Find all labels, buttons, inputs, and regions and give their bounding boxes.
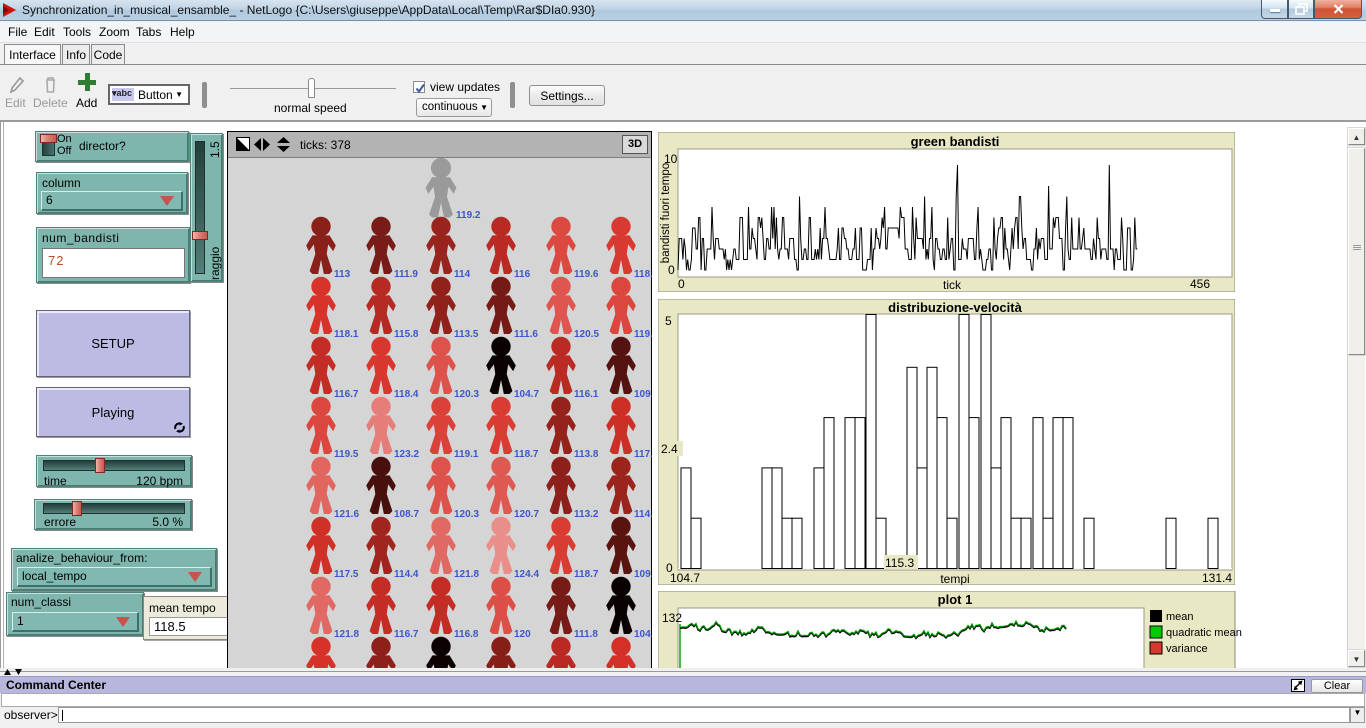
- svg-text:green bandisti: green bandisti: [911, 134, 1000, 149]
- svg-text:131.4: 131.4: [1202, 571, 1232, 585]
- svg-text:tick: tick: [943, 278, 962, 292]
- svg-text:115.8: 115.8: [394, 329, 419, 340]
- svg-text:113.8: 113.8: [574, 449, 599, 460]
- svg-text:121.8: 121.8: [334, 629, 359, 640]
- svg-text:108.7: 108.7: [394, 509, 419, 520]
- svg-text:116: 116: [514, 269, 531, 280]
- svg-text:116.8: 116.8: [454, 629, 479, 640]
- svg-text:distribuzione-velocità: distribuzione-velocità: [888, 300, 1022, 315]
- svg-text:111.9: 111.9: [394, 269, 418, 280]
- svg-text:117.5: 117.5: [334, 569, 359, 580]
- svg-text:120.3: 120.3: [454, 509, 479, 520]
- svg-text:123.2: 123.2: [394, 449, 419, 460]
- svg-text:120.3: 120.3: [454, 389, 479, 400]
- svg-text:114.1: 114.1: [634, 509, 652, 520]
- svg-text:104.7: 104.7: [634, 629, 652, 640]
- svg-text:119.6: 119.6: [574, 269, 599, 280]
- svg-text:118.7: 118.7: [574, 569, 599, 580]
- svg-text:119.1: 119.1: [454, 449, 479, 460]
- svg-text:114.4: 114.4: [394, 569, 419, 580]
- svg-text:109.5: 109.5: [634, 389, 652, 400]
- svg-text:121.6: 121.6: [334, 509, 359, 520]
- svg-text:120.7: 120.7: [514, 509, 539, 520]
- svg-text:118.7: 118.7: [514, 449, 539, 460]
- svg-text:118.4: 118.4: [394, 389, 419, 400]
- svg-text:109.8: 109.8: [634, 569, 652, 580]
- svg-text:111.8: 111.8: [574, 629, 598, 640]
- svg-text:118.5: 118.5: [634, 269, 652, 280]
- svg-text:mean: mean: [1166, 611, 1194, 623]
- svg-text:104.7: 104.7: [514, 389, 539, 400]
- svg-text:116.7: 116.7: [334, 389, 359, 400]
- svg-text:bandisti fuori tempo: bandisti fuori tempo: [660, 163, 672, 263]
- svg-text:113: 113: [334, 269, 351, 280]
- svg-text:121.8: 121.8: [454, 569, 479, 580]
- svg-text:116.1: 116.1: [574, 389, 599, 400]
- svg-text:tempi: tempi: [940, 572, 969, 585]
- svg-text:119.2: 119.2: [456, 210, 481, 221]
- svg-text:2.4: 2.4: [661, 442, 678, 456]
- svg-text:120.5: 120.5: [574, 329, 599, 340]
- svg-text:120: 120: [514, 629, 531, 640]
- svg-text:119.5: 119.5: [334, 449, 359, 460]
- svg-text:117.3: 117.3: [634, 449, 652, 460]
- svg-text:115.3: 115.3: [885, 556, 914, 570]
- svg-text:124.4: 124.4: [514, 569, 539, 580]
- svg-text:119.4: 119.4: [634, 329, 652, 340]
- svg-text:variance: variance: [1166, 643, 1208, 655]
- svg-text:114: 114: [454, 269, 471, 280]
- svg-text:0: 0: [668, 263, 675, 277]
- svg-text:5: 5: [665, 314, 672, 328]
- svg-text:118.1: 118.1: [334, 329, 359, 340]
- svg-text:456: 456: [1190, 277, 1210, 291]
- svg-text:0: 0: [678, 277, 685, 291]
- svg-text:113.2: 113.2: [574, 509, 599, 520]
- svg-text:116.7: 116.7: [394, 629, 419, 640]
- svg-text:113.5: 113.5: [454, 329, 479, 340]
- svg-text:plot 1: plot 1: [938, 592, 973, 607]
- svg-text:132: 132: [662, 611, 682, 625]
- svg-text:quadratic mean: quadratic mean: [1166, 627, 1242, 639]
- svg-text:104.7: 104.7: [670, 571, 700, 585]
- svg-text:111.6: 111.6: [514, 329, 538, 340]
